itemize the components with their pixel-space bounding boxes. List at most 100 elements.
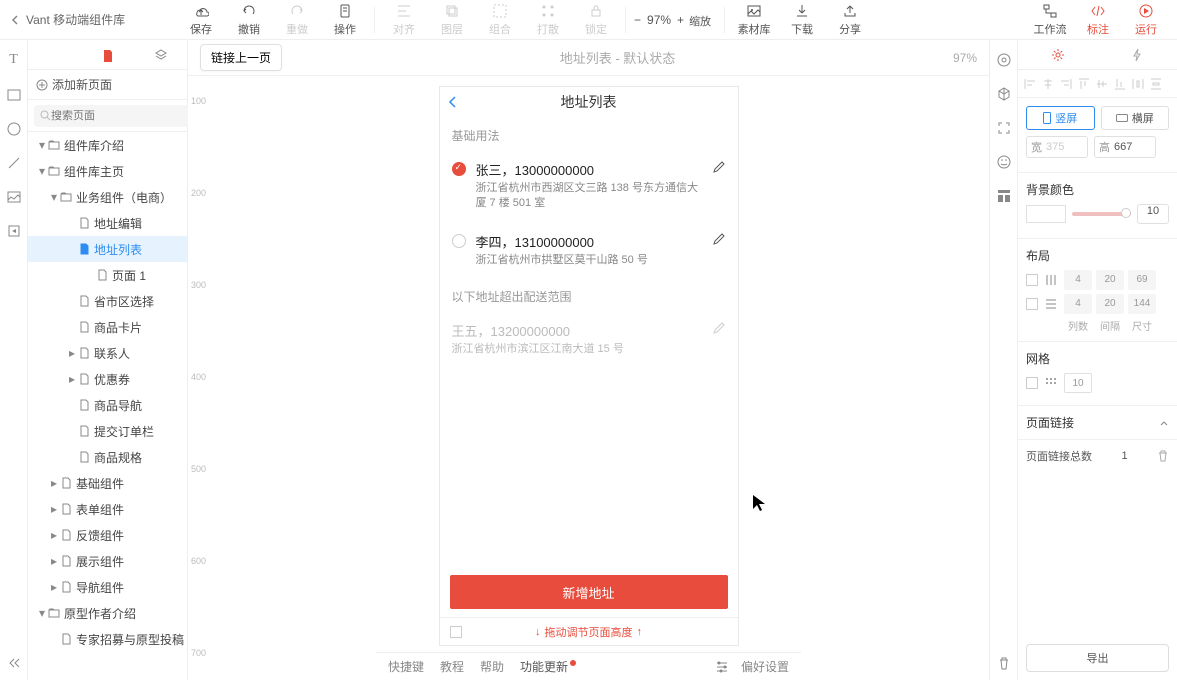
align-right-icon[interactable] <box>1060 78 1072 90</box>
settings-list-icon[interactable] <box>715 660 729 674</box>
tree-item[interactable]: 地址编辑 <box>28 210 187 236</box>
tree-item[interactable]: 专家招募与原型投稿 <box>28 626 187 652</box>
tree-item[interactable]: ▾组件库介绍 <box>28 132 187 158</box>
template-icon[interactable] <box>996 188 1012 204</box>
circle-tool-icon[interactable] <box>7 122 21 136</box>
tree-item[interactable]: ▸展示组件 <box>28 548 187 574</box>
group-button[interactable]: 组合 <box>479 1 521 39</box>
layout-cols-checkbox[interactable] <box>1026 274 1038 286</box>
workflow-button[interactable]: 工作流 <box>1029 1 1071 39</box>
edit-icon[interactable] <box>712 160 726 174</box>
save-button[interactable]: 保存 <box>180 1 222 39</box>
material-button[interactable]: 素材库 <box>733 1 775 39</box>
mock-back-icon[interactable] <box>448 96 458 108</box>
smile-icon[interactable] <box>996 154 1012 170</box>
layer-button[interactable]: 图层 <box>431 1 473 39</box>
link-prev-button[interactable]: 链接上一页 <box>200 44 282 71</box>
preferences-link[interactable]: 偏好设置 <box>741 658 789 675</box>
annotate-button[interactable]: 标注 <box>1077 1 1119 39</box>
export-button[interactable]: 导出 <box>1026 644 1169 672</box>
add-page-button[interactable]: 添加新页面 <box>28 70 187 100</box>
run-button[interactable]: 运行 <box>1125 1 1167 39</box>
address-radio[interactable] <box>452 234 466 248</box>
redo-button[interactable]: 重做 <box>276 1 318 39</box>
tutorial-link[interactable]: 教程 <box>440 658 464 675</box>
bg-opacity-slider[interactable] <box>1072 212 1131 216</box>
image-tool-icon[interactable] <box>7 190 21 204</box>
mobile-mockup[interactable]: 地址列表 基础用法 张三，13000000000浙江省杭州市西湖区文三路 138… <box>439 86 739 646</box>
download-button[interactable]: 下载 <box>781 1 823 39</box>
shortcut-link[interactable]: 快捷键 <box>388 658 424 675</box>
tree-item[interactable]: 商品卡片 <box>28 314 187 340</box>
undo-button[interactable]: 撤销 <box>228 1 270 39</box>
mock-resize-bar[interactable]: ↓ 拖动调节页面高度 ↑ <box>440 617 738 645</box>
trash-small-icon[interactable] <box>1157 450 1169 462</box>
trash-icon[interactable] <box>997 656 1011 670</box>
rp-tab-interaction[interactable] <box>1098 40 1177 69</box>
distribute-v-icon[interactable] <box>1150 78 1162 90</box>
pages-tab[interactable] <box>28 40 81 69</box>
update-link[interactable]: 功能更新 <box>520 658 568 675</box>
target-icon[interactable] <box>996 52 1012 68</box>
tree-item[interactable]: ▸优惠券 <box>28 366 187 392</box>
width-input[interactable]: 宽375 <box>1026 136 1088 158</box>
address-item[interactable]: 李四，13100000000浙江省杭州市拱墅区莫干山路 50 号 <box>440 222 738 278</box>
tree-item[interactable]: 页面 1 <box>28 262 187 288</box>
layout-rows-checkbox[interactable] <box>1026 298 1038 310</box>
edit-icon[interactable] <box>712 232 726 246</box>
scatter-button[interactable]: 打散 <box>527 1 569 39</box>
zoom-plus[interactable]: + <box>677 13 684 27</box>
search-pages[interactable] <box>34 105 199 127</box>
chevron-up-icon[interactable] <box>1159 418 1169 428</box>
bg-color-swatch[interactable] <box>1026 205 1066 223</box>
tree-item[interactable]: ▾组件库主页 <box>28 158 187 184</box>
tree-item[interactable]: ▾原型作者介绍 <box>28 600 187 626</box>
address-item[interactable]: 王五，13200000000浙江省杭州市滨江区江南大道 15 号 <box>440 311 738 367</box>
expand-icon[interactable] <box>996 120 1012 136</box>
tree-item[interactable]: ▸导航组件 <box>28 574 187 600</box>
collapse-left-icon[interactable] <box>7 656 21 670</box>
cube-icon[interactable] <box>996 86 1012 102</box>
line-tool-icon[interactable] <box>7 156 21 170</box>
phone-portrait-icon <box>1043 112 1051 124</box>
layers-tab[interactable] <box>134 40 187 69</box>
align-button[interactable]: 对齐 <box>383 1 425 39</box>
tree-item[interactable]: 商品导航 <box>28 392 187 418</box>
text-tool-icon[interactable]: T <box>9 52 18 68</box>
share-button[interactable]: 分享 <box>829 1 871 39</box>
portrait-button[interactable]: 竖屏 <box>1026 106 1095 130</box>
align-left-icon[interactable] <box>1024 78 1036 90</box>
tree-item[interactable]: ▸基础组件 <box>28 470 187 496</box>
pages-tab-active[interactable] <box>81 40 134 69</box>
align-center-h-icon[interactable] <box>1042 78 1054 90</box>
zoom-minus[interactable]: − <box>634 13 641 27</box>
tree-item[interactable]: 商品规格 <box>28 444 187 470</box>
back-button[interactable]: Vant 移动端组件库 <box>10 11 180 28</box>
help-link[interactable]: 帮助 <box>480 658 504 675</box>
bg-opacity-input[interactable]: 10 <box>1137 204 1169 224</box>
tree-item[interactable]: 地址列表 <box>28 236 187 262</box>
height-input[interactable]: 高667 <box>1094 136 1156 158</box>
operate-button[interactable]: 操作 <box>324 1 366 39</box>
lock-button[interactable]: 锁定 <box>575 1 617 39</box>
landscape-button[interactable]: 横屏 <box>1101 106 1170 130</box>
align-center-v-icon[interactable] <box>1096 78 1108 90</box>
tree-item[interactable]: ▾业务组件（电商） <box>28 184 187 210</box>
align-bottom-icon[interactable] <box>1114 78 1126 90</box>
tree-item[interactable]: 提交订单栏 <box>28 418 187 444</box>
tree-item[interactable]: ▸表单组件 <box>28 496 187 522</box>
align-top-icon[interactable] <box>1078 78 1090 90</box>
tree-item[interactable]: 省市区选择 <box>28 288 187 314</box>
tree-item[interactable]: ▸反馈组件 <box>28 522 187 548</box>
distribute-h-icon[interactable] <box>1132 78 1144 90</box>
interact-tool-icon[interactable] <box>7 224 21 238</box>
grid-checkbox[interactable] <box>1026 377 1038 389</box>
search-input[interactable] <box>51 110 193 122</box>
address-radio[interactable] <box>452 162 466 176</box>
footer-checkbox[interactable] <box>450 626 462 638</box>
address-item[interactable]: 张三，13000000000浙江省杭州市西湖区文三路 138 号东方通信大厦 7… <box>440 150 738 222</box>
rp-tab-design[interactable] <box>1018 40 1098 69</box>
rect-tool-icon[interactable] <box>7 88 21 102</box>
add-address-button[interactable]: 新增地址 <box>450 575 728 609</box>
tree-item[interactable]: ▸联系人 <box>28 340 187 366</box>
